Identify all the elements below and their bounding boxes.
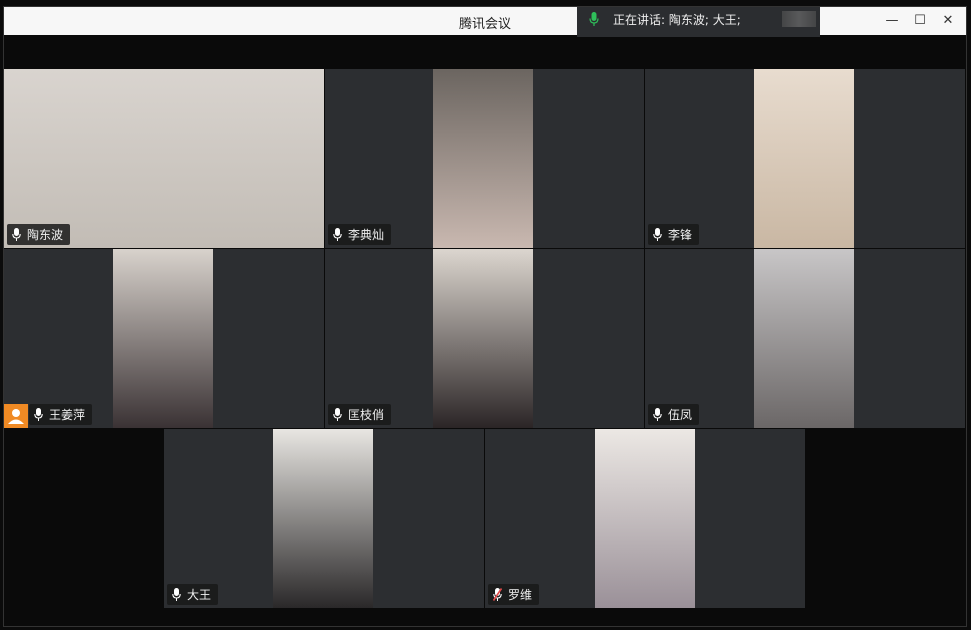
participant-name: 陶东波	[27, 228, 64, 242]
participant-name: 匡枝俏	[348, 408, 385, 422]
video-tile-大王[interactable]: 大王	[164, 429, 484, 608]
host-person-icon	[8, 409, 24, 424]
microphone-icon	[653, 228, 662, 241]
video-tile-李典灿[interactable]: 李典灿	[325, 69, 644, 248]
participant-video	[754, 69, 854, 248]
redacted-area	[782, 11, 816, 27]
microphone-icon	[653, 408, 662, 421]
speaking-indicator: 正在讲话: 陶东波; 大王;	[577, 7, 820, 37]
participant-name: 伍凤	[668, 408, 693, 422]
participant-label: 罗维	[488, 584, 540, 605]
microphone-icon	[589, 12, 599, 26]
close-icon[interactable]: ✕	[934, 9, 962, 33]
maximize-icon[interactable]: ☐	[906, 9, 934, 33]
microphone-icon	[333, 408, 342, 421]
host-badge	[4, 404, 28, 428]
microphone-icon	[34, 408, 43, 421]
participant-name: 大王	[187, 588, 212, 602]
microphone-icon	[172, 588, 181, 601]
participant-video	[4, 69, 324, 248]
participant-label: 李锋	[648, 224, 700, 245]
participant-video	[433, 69, 533, 248]
participant-name: 李典灿	[348, 228, 385, 242]
participant-name: 罗维	[508, 588, 533, 602]
participant-label: 李典灿	[328, 224, 392, 245]
speaking-text: 正在讲话: 陶东波; 大王;	[613, 12, 741, 27]
participant-video	[754, 249, 854, 428]
video-tile-伍凤[interactable]: 伍凤	[645, 249, 965, 428]
microphone-icon	[12, 228, 21, 241]
video-tile-王姜萍[interactable]: 王姜萍	[4, 249, 324, 428]
participant-label: 陶东波	[7, 224, 71, 245]
title-bar: 腾讯会议 — ☐ ✕	[4, 7, 966, 35]
video-tile-陶东波[interactable]: 陶东波	[4, 69, 324, 248]
participant-video	[273, 429, 373, 608]
video-tile-罗维[interactable]: 罗维	[485, 429, 805, 608]
meeting-window: 腾讯会议 — ☐ ✕ 正在讲话: 陶东波; 大王; 陶东波 李典灿 李锋 王姜萍…	[3, 6, 967, 627]
video-tile-匡枝俏[interactable]: 匡枝俏	[325, 249, 644, 428]
participant-video	[433, 249, 533, 428]
participant-video	[113, 249, 213, 428]
participant-label: 大王	[167, 584, 219, 605]
participant-label: 王姜萍	[29, 404, 93, 425]
window-title: 腾讯会议	[458, 17, 511, 32]
microphone-icon	[333, 228, 342, 241]
participant-video	[595, 429, 695, 608]
video-tile-李锋[interactable]: 李锋	[645, 69, 965, 248]
participant-label: 匡枝俏	[328, 404, 392, 425]
minimize-icon[interactable]: —	[878, 9, 906, 33]
participant-label: 伍凤	[648, 404, 700, 425]
participant-name: 王姜萍	[49, 408, 86, 422]
participant-name: 李锋	[668, 228, 693, 242]
microphone-muted-icon	[493, 588, 502, 601]
